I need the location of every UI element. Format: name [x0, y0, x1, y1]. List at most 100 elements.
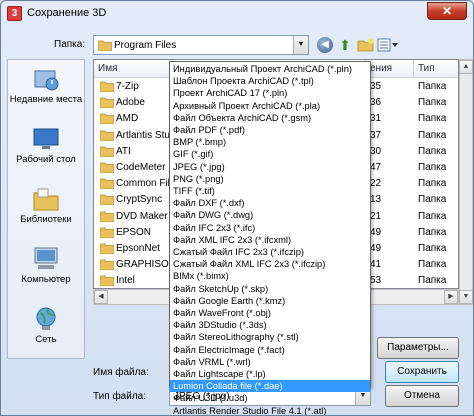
folder-label: Папка: — [54, 39, 86, 50]
chevron-down-icon[interactable]: ▼ — [293, 36, 308, 54]
column-date[interactable]: ения — [366, 60, 414, 78]
dropdown-option[interactable]: Artlantis Render Studio File 4.1 (*.atl) — [170, 405, 370, 415]
window-title: Сохранение 3D — [27, 7, 107, 19]
row-date: 47 — [370, 162, 382, 173]
place-network[interactable]: Сеть — [8, 304, 84, 360]
dropdown-option[interactable]: Файл DXF (*.dxf) — [170, 197, 370, 209]
dropdown-option[interactable]: JPEG (*.jpg) — [170, 161, 370, 173]
scroll-up-icon[interactable]: ▲ — [459, 60, 473, 74]
row-date: 37 — [370, 129, 382, 141]
desktop-icon — [33, 128, 59, 149]
row-type: Папка — [418, 275, 447, 287]
folder-icon — [100, 194, 114, 206]
row-name: DVD Maker — [116, 210, 168, 222]
scroll-down-icon[interactable]: ▼ — [459, 290, 473, 304]
dropdown-option[interactable]: Файл IFC 2x3 (*.ifc) — [170, 222, 370, 234]
dropdown-option[interactable]: PNG (*.png) — [170, 173, 370, 185]
scroll-left-icon[interactable]: ◀ — [94, 290, 108, 304]
row-type: Папка — [418, 178, 447, 190]
place-recent[interactable]: Недавние места — [8, 64, 84, 120]
dropdown-option[interactable]: GIF (*.gif) — [170, 148, 370, 160]
close-button[interactable]: ✕ — [427, 2, 467, 20]
row-date: 13 — [370, 194, 382, 206]
row-date: 22 — [370, 178, 382, 190]
dropdown-option[interactable]: BIMx (*.bimx) — [170, 270, 370, 282]
row-type: Папка — [418, 97, 447, 109]
places-bar: Недавние места Рабочий стол Библиотеки К… — [7, 59, 85, 359]
dropdown-option[interactable]: Сжатый Файл IFC 2x3 (*.ifczip) — [170, 246, 370, 258]
row-date: 35 — [370, 81, 382, 92]
dropdown-option[interactable]: Lumion Collada file (*.dae) — [170, 380, 370, 393]
folder-icon — [100, 146, 114, 157]
dropdown-option[interactable]: Файл 3DStudio (*.3ds) — [170, 319, 370, 331]
dropdown-option[interactable]: Шаблон Проекта ArchiCAD (*.tpl) — [170, 75, 370, 87]
row-date: 53 — [370, 275, 382, 287]
dropdown-option[interactable]: Индивидуальный Проект ArchiCAD (*.pln) — [170, 63, 370, 75]
folder-icon — [100, 97, 114, 109]
row-date: 36 — [370, 97, 382, 109]
libraries-icon — [33, 188, 59, 211]
title-bar: 3 Сохранение 3D ✕ — [1, 1, 473, 27]
place-desktop[interactable]: Рабочий стол — [8, 124, 84, 180]
dropdown-option[interactable]: Файл VRML (*.wrl) — [170, 356, 370, 368]
place-label: Библиотеки — [20, 214, 72, 225]
scroll-right-icon[interactable]: ▶ — [444, 290, 458, 304]
row-date: 31 — [370, 113, 382, 125]
dropdown-option[interactable]: Проект ArchiCAD 17 (*.pln) — [170, 87, 370, 99]
place-libraries[interactable]: Библиотеки — [8, 184, 84, 240]
dropdown-option[interactable]: Файл U3D (*.u3d) — [170, 392, 370, 404]
folder-icon — [100, 178, 114, 190]
folder-icon — [100, 243, 114, 254]
recent-places-icon — [34, 70, 59, 91]
folder-icon — [100, 162, 114, 173]
dropdown-option[interactable]: Файл DWG (*.dwg) — [170, 209, 370, 221]
dropdown-option[interactable]: Файл Google Earth (*.kmz) — [170, 295, 370, 307]
folder-icon — [100, 113, 114, 125]
dropdown-option[interactable]: Файл Объекта ArchiCAD (*.gsm) — [170, 112, 370, 124]
back-button[interactable]: ◀ — [317, 37, 333, 53]
save-dialog: 3 Сохранение 3D ✕ Папка: Program Files ▼… — [0, 0, 474, 416]
row-name: EpsonNet — [116, 243, 160, 254]
up-folder-button[interactable]: ⬆ — [337, 36, 353, 54]
computer-icon — [34, 247, 58, 269]
dropdown-option[interactable]: Файл PDF (*.pdf) — [170, 124, 370, 136]
save-button[interactable]: Сохранить — [385, 361, 459, 383]
folder-combo[interactable]: Program Files ▼ — [93, 35, 309, 55]
place-label: Рабочий стол — [16, 154, 76, 165]
dropdown-option[interactable]: Файл WaveFront (*.obj) — [170, 307, 370, 319]
vertical-scrollbar[interactable]: ▲ ▼ — [459, 59, 473, 305]
up-arrow-icon: ⬆ — [339, 37, 351, 53]
column-type[interactable]: Тип — [414, 60, 458, 78]
row-type: Папка — [418, 129, 447, 141]
close-icon: ✕ — [441, 4, 453, 18]
dropdown-option[interactable]: Файл XML IFC 2x3 (*.ifcxml) — [170, 234, 370, 246]
view-menu-icon[interactable] — [377, 37, 399, 53]
folder-icon — [98, 40, 112, 51]
dropdown-option[interactable]: Файл SketchUp (*.skp) — [170, 283, 370, 295]
row-name: 7-Zip — [116, 81, 139, 92]
app-icon: 3 — [7, 6, 22, 21]
new-folder-icon[interactable] — [357, 37, 375, 53]
row-type: Папка — [418, 226, 447, 238]
params-button[interactable]: Параметры... — [377, 337, 459, 359]
dropdown-option[interactable]: Файл StereoLithography (*.stl) — [170, 331, 370, 343]
row-date: 30 — [370, 145, 382, 157]
dropdown-option[interactable]: TIFF (*.tif) — [170, 185, 370, 197]
row-date: 21 — [370, 210, 382, 222]
dropdown-option[interactable]: Сжатый Файл XML IFC 2x3 (*.ifczip) — [170, 258, 370, 270]
filetype-dropdown-list[interactable]: Индивидуальный Проект ArchiCAD (*.pln) Ша… — [169, 61, 371, 415]
row-type: Папка — [418, 81, 447, 92]
row-type: Папка — [418, 194, 447, 206]
row-name: CodeMeter — [116, 162, 166, 173]
dropdown-option[interactable]: Файл ElectricImage (*.fact) — [170, 344, 370, 356]
place-label: Компьютер — [21, 274, 71, 285]
dropdown-option[interactable]: Архивный Проект ArchiCAD (*.pla) — [170, 100, 370, 112]
place-computer[interactable]: Компьютер — [8, 244, 84, 300]
folder-icon — [100, 130, 114, 141]
dropdown-option[interactable]: BMP (*.bmp) — [170, 136, 370, 148]
cancel-button[interactable]: Отмена — [385, 385, 459, 407]
row-type: Папка — [418, 259, 447, 271]
network-icon — [36, 307, 56, 330]
dropdown-option[interactable]: Файл Lightscape (*.lp) — [170, 368, 370, 380]
row-type: Папка — [418, 113, 447, 125]
